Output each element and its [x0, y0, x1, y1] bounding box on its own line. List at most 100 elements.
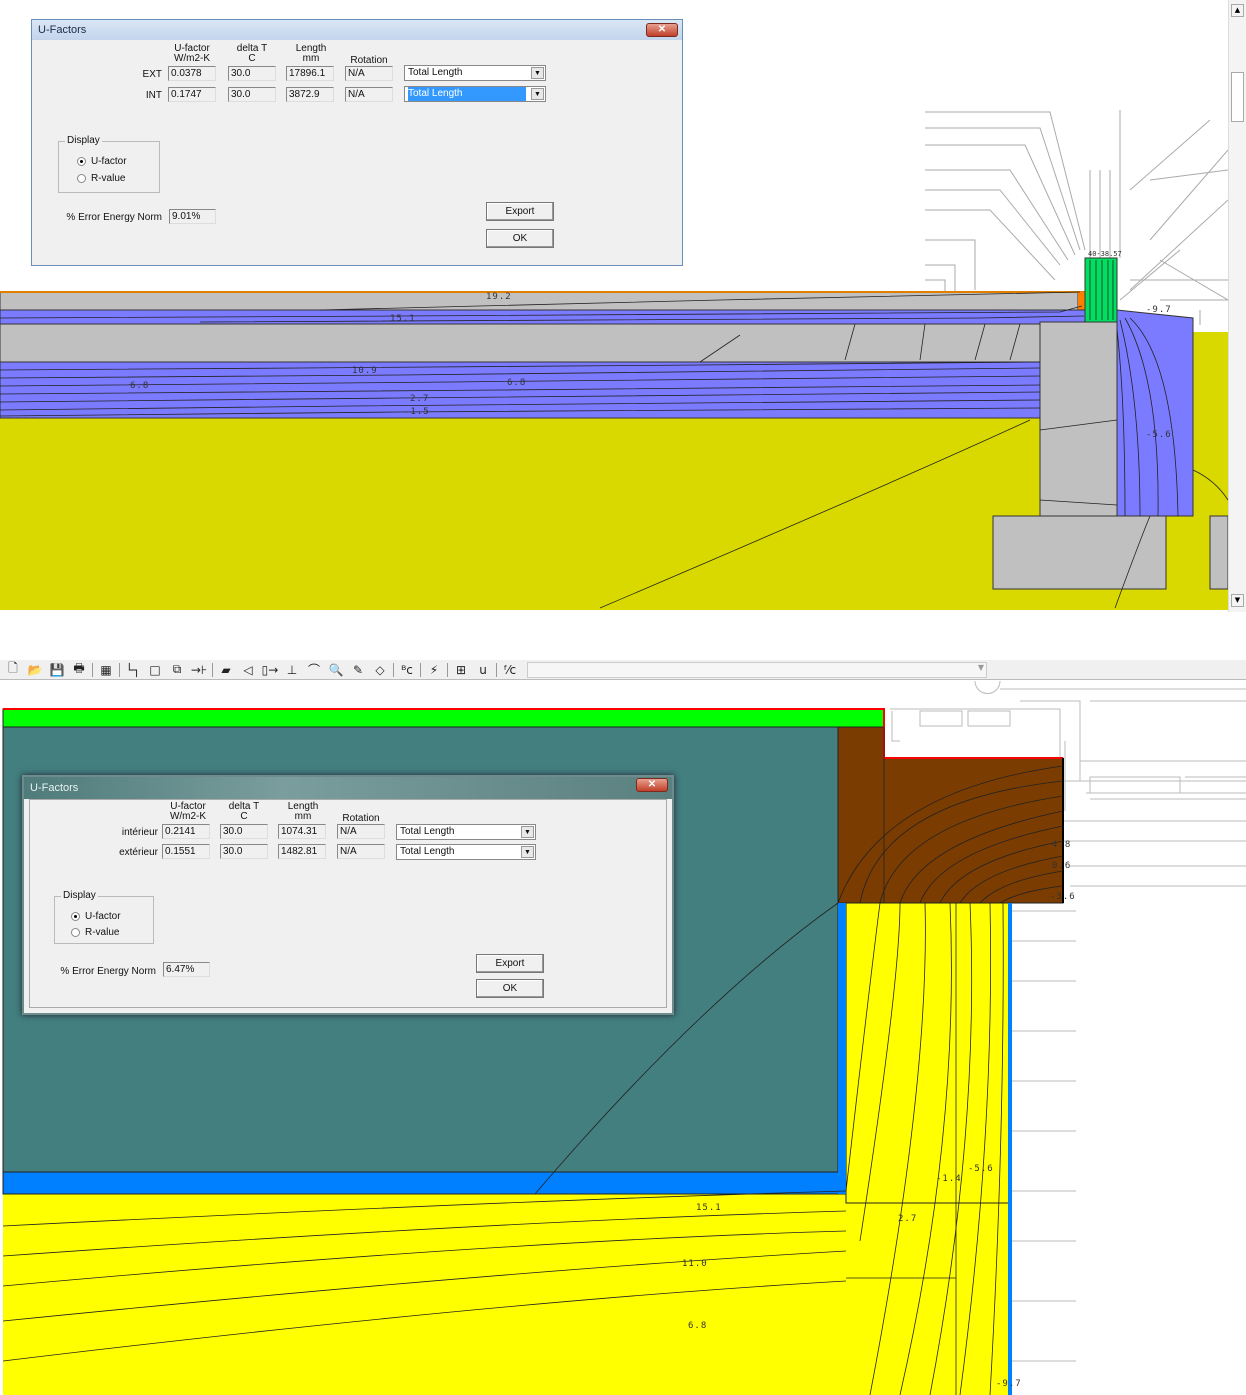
u-factor-icon[interactable]: u — [474, 663, 492, 677]
delta-t-header: delta TC — [236, 43, 268, 64]
eyedropper-icon[interactable]: ✎ — [349, 663, 367, 677]
chevron-down-icon[interactable]: ▼ — [978, 663, 984, 672]
locate-point-icon[interactable]: ⊥ — [283, 663, 301, 677]
int-delta-t-field: 30.0 — [228, 87, 276, 102]
toolbar-dropdown[interactable]: ▼ — [527, 661, 987, 678]
isotherm-label: 4.8 — [1052, 840, 1071, 850]
exterieur-length-type-select[interactable]: Total Length ▼ — [396, 844, 536, 860]
isotherm-label: -9.7 — [1146, 305, 1172, 315]
int-ufactor-field: 0.1747 — [168, 87, 216, 102]
error-energy-norm-label: % Error Energy Norm — [60, 966, 156, 977]
isotherm-label: 0.6 — [1052, 861, 1071, 871]
eraser-icon[interactable]: ◇ — [371, 663, 389, 677]
print-icon[interactable]: 🖶 — [70, 659, 88, 680]
point-snap-icon[interactable]: ◁ — [239, 663, 257, 677]
isotherm-label: 2.7 — [898, 1214, 917, 1224]
toolbar-separator — [420, 662, 421, 677]
dimension-icon[interactable]: →⊦ — [190, 663, 208, 677]
int-rotation-field: N/A — [345, 87, 393, 102]
radio-r-value[interactable]: R-value — [77, 173, 125, 184]
export-button[interactable]: Export — [476, 954, 544, 973]
table-icon[interactable]: ▦ — [97, 663, 115, 677]
ufactor-header: U-factor W/m2-K — [169, 801, 207, 822]
zoom-icon[interactable]: 🔍 — [327, 663, 345, 677]
close-button[interactable]: ✕ — [636, 778, 668, 792]
length-header: Length mm — [295, 43, 327, 64]
dialog-title-bar[interactable]: U-Factors — [24, 777, 672, 799]
foundation-wall — [1039, 321, 1118, 517]
isotherm-label: -1.4 — [936, 1174, 962, 1184]
insulation-right — [845, 902, 1011, 1204]
chevron-down-icon[interactable]: ▼ — [521, 846, 534, 858]
chevron-down-icon[interactable]: ▼ — [531, 67, 544, 79]
ext-length-field: 17896.1 — [286, 66, 334, 81]
isotherm-label: 6.8 — [507, 378, 526, 388]
int-length-type-select[interactable]: Total Length ▼ — [404, 86, 546, 102]
boundary-condition-icon[interactable]: ᴮc — [398, 663, 416, 677]
int-length-field: 3872.9 — [286, 87, 334, 102]
open-folder-icon[interactable]: 📂 — [26, 663, 44, 677]
interieur-ufactor-field: 0.2141 — [162, 824, 210, 839]
row-label-ext: EXT — [142, 69, 162, 80]
results-icon[interactable]: ⊞ — [452, 663, 470, 677]
ufactor-header: U-factor W/m2-K — [173, 43, 211, 64]
insert-icon[interactable]: ▯→ — [261, 663, 279, 677]
exterieur-ufactor-field: 0.1551 — [162, 844, 210, 859]
chevron-down-icon[interactable]: ▼ — [521, 826, 534, 838]
dialog-title: U-Factors — [30, 782, 79, 794]
vertical-scrollbar[interactable]: ▲ ▼ — [1228, 0, 1246, 612]
row-label-exterieur: extérieur — [119, 847, 158, 858]
membrane-exterior — [1008, 903, 1012, 1395]
row-label-interieur: intérieur — [121, 827, 158, 838]
temperature-icon[interactable]: ᶠ⁄c — [501, 663, 519, 677]
radio-u-factor[interactable]: U-factor — [77, 156, 127, 167]
radio-r-value[interactable]: R-value — [71, 927, 119, 938]
chevron-down-icon[interactable]: ▼ — [531, 88, 544, 100]
ok-button[interactable]: OK — [476, 979, 544, 998]
calculate-icon[interactable]: ⚡ — [425, 663, 443, 677]
rectangle-icon[interactable]: □ — [146, 663, 164, 677]
floor-slab — [0, 291, 1079, 311]
ok-button[interactable]: OK — [486, 229, 554, 248]
polyline-icon[interactable]: └┐ — [124, 663, 142, 677]
scroll-thumb[interactable] — [1231, 72, 1244, 122]
interieur-length-field: 1074.31 — [278, 824, 326, 839]
toolbar-separator — [393, 662, 394, 677]
isotherm-label: 40-38.57 — [1088, 250, 1122, 258]
exterieur-delta-t-field: 30.0 — [220, 844, 268, 859]
error-energy-norm-label: % Error Energy Norm — [66, 212, 162, 223]
isotherm-label: 6.8 — [130, 381, 149, 391]
interieur-length-type-select[interactable]: Total Length ▼ — [396, 824, 536, 840]
row-label-int: INT — [145, 90, 162, 101]
new-file-icon[interactable]: 🗋 — [4, 659, 22, 680]
arc-icon[interactable]: ⌒ — [305, 661, 323, 678]
scroll-down-arrow-icon[interactable]: ▼ — [1231, 594, 1244, 607]
close-button[interactable]: ✕ — [646, 23, 678, 37]
isotherm-label: -9.7 — [996, 1379, 1022, 1389]
u-factors-dialog-bottom: U-Factors ✕ U-factor W/m2-K delta TC Leng… — [22, 775, 674, 1015]
isotherm-label: 11.0 — [682, 1259, 708, 1269]
export-button[interactable]: Export — [486, 202, 554, 221]
delta-t-header: delta TC — [228, 801, 260, 822]
footing-right — [1209, 515, 1228, 590]
toolbar-separator — [92, 662, 93, 677]
exterieur-length-field: 1482.81 — [278, 844, 326, 859]
scroll-up-arrow-icon[interactable]: ▲ — [1231, 4, 1244, 17]
copy-objects-icon[interactable]: ⧉ — [168, 662, 186, 677]
interieur-delta-t-field: 30.0 — [220, 824, 268, 839]
save-icon[interactable]: 💾 — [48, 663, 66, 677]
rotation-header: Rotation — [350, 55, 388, 66]
glazing-strip — [2, 708, 885, 728]
interieur-rotation-field: N/A — [337, 824, 385, 839]
membrane-horizontal — [2, 1171, 847, 1195]
isotherm-label: -3.6 — [1050, 892, 1076, 902]
fill-material-icon[interactable]: ▰ — [217, 663, 235, 677]
ext-ufactor-field: 0.0378 — [168, 66, 216, 81]
rotation-header: Rotation — [342, 813, 380, 824]
ext-length-type-select[interactable]: Total Length ▼ — [404, 65, 546, 81]
isotherm-label: 10.9 — [352, 366, 378, 376]
radio-u-factor[interactable]: U-factor — [71, 911, 121, 922]
isotherm-label: 6.8 — [688, 1321, 707, 1331]
soil-right — [1193, 332, 1228, 418]
dialog-title-bar[interactable]: U-Factors — [32, 20, 682, 40]
